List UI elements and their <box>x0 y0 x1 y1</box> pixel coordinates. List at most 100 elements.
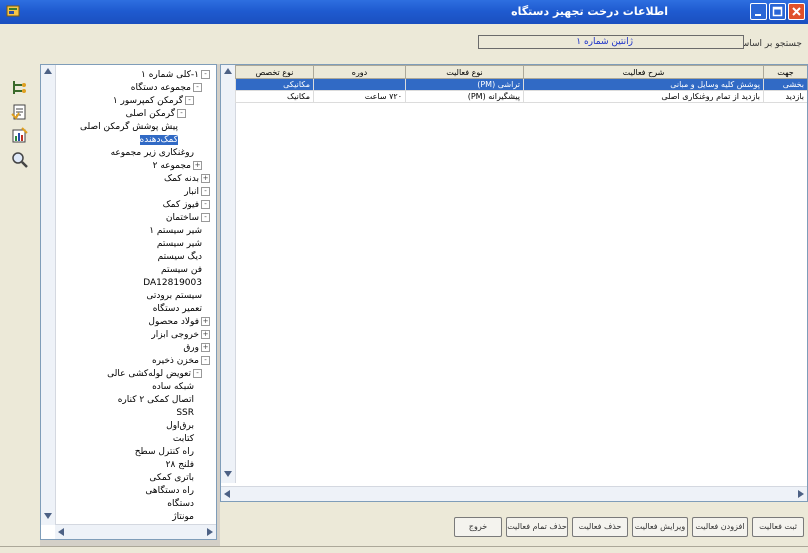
tree-item[interactable]: برق‌اول <box>166 421 194 431</box>
tree-item[interactable]: شیر سیستم ۱ <box>149 226 202 236</box>
tree-expander-icon[interactable]: - <box>201 187 210 196</box>
minimize-button[interactable] <box>750 3 767 20</box>
delete-activity-button[interactable]: حذف فعالیت <box>572 517 628 537</box>
tree-item[interactable]: -تعویض لوله‌کشی عالی <box>107 369 202 379</box>
close-button[interactable] <box>788 3 805 20</box>
grid-vertical-scrollbar[interactable] <box>221 65 236 483</box>
scroll-up-icon[interactable] <box>224 68 232 74</box>
tree-expander-icon[interactable]: + <box>193 161 202 170</box>
tree-item[interactable]: +ورق <box>183 343 210 353</box>
scroll-right-icon[interactable] <box>798 490 804 498</box>
scroll-left-icon[interactable] <box>58 528 64 536</box>
tree-item[interactable]: باتری کمکی <box>149 473 194 483</box>
tree-item-label: مجموعه ۲ <box>152 161 191 171</box>
exit-button[interactable]: خروج <box>454 517 502 537</box>
tree-item[interactable]: +بدنه کمک <box>164 174 210 184</box>
tree-item[interactable]: مونتاژ <box>172 512 194 522</box>
tree-item[interactable]: +خروجی ابزار <box>151 330 210 340</box>
column-header[interactable]: شرح فعالیت <box>523 65 764 79</box>
tree-item[interactable]: SSR <box>176 408 194 418</box>
tree-item[interactable]: -مخزن ذخیره <box>152 356 210 366</box>
tree-expander-icon[interactable]: - <box>193 83 202 92</box>
scroll-down-icon[interactable] <box>224 471 232 477</box>
tree-expander-icon[interactable]: + <box>201 174 210 183</box>
tree-item[interactable]: اتصال کمکی ۲ کناره <box>118 395 194 405</box>
delete-all-button[interactable]: حذف تمام فعالیت <box>506 517 568 537</box>
tree-item[interactable]: -گرمکن کمپرسور ۱ <box>113 96 194 106</box>
tree-item[interactable]: دستگاه <box>167 499 194 509</box>
table-cell: بازدید از تمام روغنکاری اصلی <box>523 90 764 103</box>
add-activity-button[interactable]: ثبت فعالیت <box>752 517 804 537</box>
tree-item[interactable]: -مجموعه دستگاه <box>131 83 202 93</box>
tree-item[interactable]: دیگ سیستم <box>158 252 202 262</box>
tree-item[interactable]: فلنج ۲۸ <box>166 460 194 470</box>
tree-expander-icon[interactable]: + <box>201 343 210 352</box>
tree-item[interactable]: DA12819003 <box>143 278 202 288</box>
tree-expander-icon[interactable]: - <box>201 356 210 365</box>
tree-item[interactable]: -انبار <box>184 187 210 197</box>
tree-item[interactable]: -ساختمان <box>166 213 210 223</box>
tree-icon <box>13 81 26 94</box>
activity-grid[interactable]: جهت شرح فعالیت نوع فعالیت دوره نوع تخصص بخشی… <box>220 64 808 502</box>
tree-expander-icon[interactable]: - <box>201 70 210 79</box>
tree-item[interactable]: فن سیستم <box>161 265 202 275</box>
tree-expander-icon[interactable]: - <box>177 109 186 118</box>
tree-item[interactable]: +فولاد محصول <box>148 317 210 327</box>
tree-expander-icon[interactable]: - <box>201 213 210 222</box>
tree-button[interactable] <box>10 78 30 98</box>
tree-item[interactable]: +مجموعه ۲ <box>153 161 202 171</box>
tree-vertical-scrollbar[interactable] <box>41 65 56 525</box>
column-header[interactable]: جهت <box>763 65 807 79</box>
table-row[interactable]: بخشی پوشش کلیه وسایل و مبانی تراشی (PM) مکا… <box>235 78 807 91</box>
table-cell: ۷۲۰ ساعت <box>313 90 406 103</box>
tree-item[interactable]: تعمیر دستگاه <box>153 304 202 314</box>
tree-item[interactable]: -فیوز کمک <box>163 200 210 210</box>
column-header[interactable]: نوع فعالیت <box>405 65 524 79</box>
tree-item-label: سیستم برودتی <box>146 291 202 301</box>
tree-item-label: برق‌اول <box>166 421 194 431</box>
scroll-right-icon[interactable] <box>207 528 213 536</box>
tree-item-label: راه دستگاهی <box>145 486 194 496</box>
tree-item-label: کتابت <box>172 434 194 444</box>
chart-icon <box>12 127 28 143</box>
tree-horizontal-scrollbar[interactable] <box>55 524 216 539</box>
tree-expander-icon[interactable]: - <box>185 96 194 105</box>
tree-item[interactable]: کمک‌دهنده <box>139 135 178 145</box>
tree-item[interactable]: -گرمکن اصلی <box>126 109 186 119</box>
column-header[interactable]: دوره <box>313 65 406 79</box>
code-field[interactable]: ژانتین شماره ۱ <box>478 35 744 49</box>
chart-button[interactable] <box>10 126 30 146</box>
document-button[interactable] <box>10 102 30 122</box>
equipment-tree[interactable]: -۱-کلی شماره ۱ -مجموعه دستگاه -گرمکن کمپرس… <box>40 64 217 540</box>
tree-item[interactable]: -۱-کلی شماره ۱ <box>141 70 210 80</box>
table-cell: مکانیک <box>235 90 314 103</box>
tree-expander-icon[interactable]: + <box>201 330 210 339</box>
tree-item[interactable]: کتابت <box>173 434 194 444</box>
tree-item[interactable]: شبکه ساده <box>152 382 194 392</box>
scroll-down-icon[interactable] <box>44 513 52 519</box>
left-toolbar <box>0 64 40 546</box>
tree-item[interactable]: پیش پوشش گرمکن اصلی <box>80 122 178 132</box>
table-row[interactable]: بازدید بازدید از تمام روغنکاری اصلی پیشگیر… <box>235 90 807 103</box>
tree-expander-icon[interactable]: - <box>201 200 210 209</box>
tree-item[interactable]: راه کنترل سطح <box>135 447 194 457</box>
column-header[interactable]: نوع تخصص <box>235 65 314 79</box>
tree-expander-icon[interactable]: - <box>193 369 202 378</box>
tree-item-label: انبار <box>184 187 199 197</box>
search-button[interactable] <box>10 150 30 170</box>
scroll-left-icon[interactable] <box>224 490 230 498</box>
insert-activity-button[interactable]: افزودن فعالیت <box>692 517 748 537</box>
maximize-button[interactable] <box>769 3 786 20</box>
tree-item[interactable]: شیر سیستم <box>157 239 202 249</box>
tree-item[interactable]: راه دستگاهی <box>145 486 194 496</box>
tree-item-label: ۱-کلی شماره ۱ <box>141 70 199 80</box>
tree-item-label: ساختمان <box>165 213 199 223</box>
tree-expander-icon[interactable]: + <box>201 317 210 326</box>
tree-item-label: شیر سیستم <box>156 239 202 249</box>
tree-item[interactable]: روغنکاری زیر مجموعه <box>111 148 194 158</box>
tree-item[interactable]: سیستم برودتی <box>146 291 202 301</box>
edit-activity-button[interactable]: ویرایش فعالیت <box>632 517 688 537</box>
scroll-up-icon[interactable] <box>44 68 52 74</box>
grid-horizontal-scrollbar[interactable] <box>221 486 807 501</box>
tree-item-label: فن سیستم <box>160 265 202 275</box>
